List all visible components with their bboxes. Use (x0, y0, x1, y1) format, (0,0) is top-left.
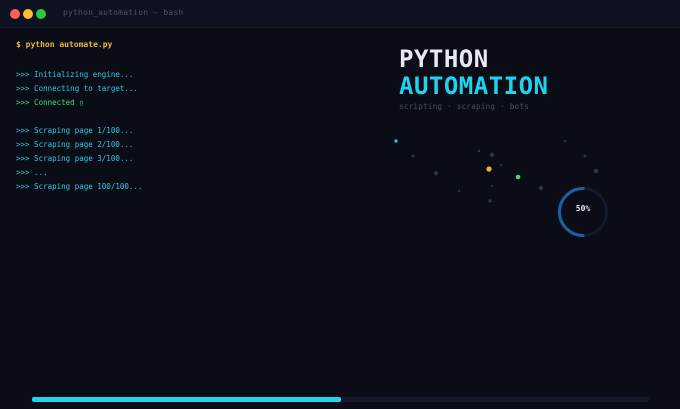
network-node (486, 166, 492, 172)
progress-bar (32, 397, 649, 402)
network-node (411, 154, 415, 158)
network-node (434, 171, 438, 175)
network-node (490, 184, 494, 188)
gauge-percent-label: 50% (575, 204, 591, 213)
network-node (394, 139, 398, 143)
network-node (538, 185, 544, 191)
network-node (457, 189, 461, 193)
network-node (515, 174, 521, 180)
network-node (488, 199, 492, 203)
network-node (583, 154, 587, 158)
network-node (563, 139, 567, 143)
network-node (489, 152, 495, 158)
network-node (593, 168, 599, 174)
network-node (499, 163, 503, 167)
progress-bar-fill (32, 397, 341, 402)
network-node (477, 149, 481, 153)
